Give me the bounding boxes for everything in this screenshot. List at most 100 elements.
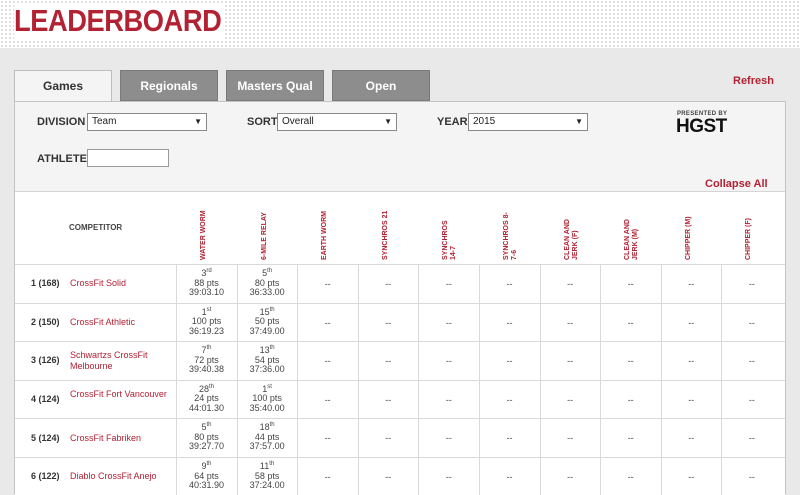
score-cell: -- [357, 303, 418, 343]
tab-regionals[interactable]: Regionals [120, 70, 218, 101]
score-cell: 15th 50 pts 37:49.00 [236, 303, 297, 343]
event-header[interactable]: 6-MILE RELAY [261, 210, 275, 260]
event-header[interactable]: SYNCHROS 14-7 [442, 210, 457, 260]
score-cell: -- [721, 303, 781, 343]
score-cell: 28th 24 pts 44:01.30 [176, 380, 236, 420]
score-cell: -- [418, 380, 478, 420]
placement-suffix: rd [206, 268, 212, 274]
rank-score: 3 (126) [31, 355, 60, 366]
placement-suffix: th [267, 268, 273, 274]
tab-games[interactable]: Games [14, 70, 112, 102]
event-header[interactable]: SYNCHROS 21 [382, 210, 396, 260]
time: 37:57.00 [249, 441, 285, 452]
time: 35:40.00 [249, 402, 285, 413]
leaderboard-table: COMPETITOR WATER WORM 6-MILE RELAY EARTH W… [15, 191, 785, 495]
event-header[interactable]: CHIPPER (F) [745, 210, 759, 260]
rank-score: 1 (168) [31, 278, 60, 289]
score-cell: -- [660, 342, 721, 381]
time: 36:33.00 [249, 287, 285, 297]
score-cell: -- [600, 265, 660, 304]
table-row[interactable]: 3 (126) Schwartzs CrossFit Melbourne 7th 72… [15, 341, 785, 381]
score-cell: -- [721, 458, 781, 495]
score-cell: 13th 54 pts 37:36.00 [236, 342, 297, 381]
score-cell: 11th 58 pts 37:24.00 [236, 458, 297, 495]
sort-select[interactable]: Overall ▼ [277, 113, 397, 131]
score-cell: -- [721, 419, 781, 458]
competitor-name-link[interactable]: CrossFit Fort Vancouver [70, 389, 170, 400]
competitor-name-link[interactable]: Schwartzs CrossFit Melbourne [70, 350, 170, 372]
score-cell: -- [479, 380, 539, 420]
tab-masters-qual[interactable]: Masters Qual [226, 70, 324, 101]
leaderboard-panel: DIVISION Team ▼ SORT Overall ▼ YEAR 2015… [14, 101, 786, 495]
year-select[interactable]: 2015 ▼ [468, 113, 588, 131]
score-cell: -- [600, 380, 660, 420]
placement-suffix: th [209, 383, 215, 390]
score-cell: 5th 80 pts 36:33.00 [236, 265, 297, 304]
score-cell: -- [660, 419, 721, 458]
event-header[interactable]: SYNCHROS 8-7-6 [503, 210, 518, 260]
event-header[interactable]: CLEAN AND JERK (M) [624, 210, 639, 260]
division-select[interactable]: Team ▼ [87, 113, 207, 131]
collapse-all-link[interactable]: Collapse All [705, 178, 768, 190]
time: 39:03.10 [188, 287, 225, 297]
tab-open[interactable]: Open [332, 70, 430, 101]
event-header[interactable]: CHIPPER (M) [685, 210, 699, 260]
score-cell: 9th 64 pts 40:31.90 [176, 458, 236, 495]
event-header[interactable]: CLEAN AND JERK (F) [564, 210, 579, 260]
rank-score: 2 (150) [31, 316, 60, 327]
score-cell: -- [357, 458, 418, 495]
score-cell: -- [418, 303, 478, 343]
score-cell: -- [539, 342, 600, 381]
rank-score: 5 (124) [31, 432, 60, 443]
sponsor-logo: HGST [676, 116, 727, 137]
score-cell: -- [418, 419, 478, 458]
score-cell: -- [721, 342, 781, 381]
table-row[interactable]: 5 (124) CrossFit Fabriken 5th 80 pts 39:27.7… [15, 418, 785, 458]
score-cell: 7th 72 pts 39:40.38 [176, 342, 236, 381]
score-cell: -- [721, 380, 781, 420]
score-cell: -- [600, 458, 660, 495]
event-header[interactable]: EARTH WORM [321, 210, 335, 260]
division-label: DIVISION [37, 116, 86, 128]
placement-suffix: th [269, 461, 275, 467]
time: 40:31.90 [188, 480, 225, 490]
score-cell: -- [660, 265, 721, 304]
score-cell: -- [539, 419, 600, 458]
score-cell: -- [539, 303, 600, 343]
score-cell: 1st 100 pts 36:19.23 [176, 303, 236, 343]
time: 36:19.23 [188, 325, 225, 336]
score-cell: -- [357, 380, 418, 420]
score-cell: -- [479, 458, 539, 495]
time: 44:01.30 [188, 402, 225, 413]
score-cell: -- [357, 342, 418, 381]
competitor-name-link[interactable]: CrossFit Solid [70, 278, 170, 289]
refresh-link[interactable]: Refresh [733, 75, 774, 87]
score-cell: -- [539, 265, 600, 304]
competitor-name-link[interactable]: CrossFit Fabriken [70, 433, 170, 444]
competitor-name-link[interactable]: CrossFit Athletic [70, 317, 170, 328]
dropdown-arrow-icon: ▼ [384, 117, 392, 126]
score-cell: 1st 100 pts 35:40.00 [236, 380, 297, 420]
event-header[interactable]: WATER WORM [200, 210, 214, 260]
score-cell: -- [539, 380, 600, 420]
time: 39:40.38 [188, 364, 225, 375]
placement-suffix: th [206, 461, 212, 467]
top-bar: LEADERBOARD [0, 0, 800, 48]
score-cell: 18th 44 pts 37:57.00 [236, 419, 297, 458]
year-label: YEAR [437, 116, 468, 128]
competitor-name-link[interactable]: Diablo CrossFit Anejo [70, 471, 170, 482]
competitor-header: COMPETITOR [69, 223, 123, 232]
score-cell: -- [357, 419, 418, 458]
athlete-input[interactable] [87, 149, 169, 167]
score-cell: -- [539, 458, 600, 495]
table-row[interactable]: 6 (122) Diablo CrossFit Anejo 9th 64 pts 40:… [15, 457, 785, 495]
score-cell: -- [418, 342, 478, 381]
dropdown-arrow-icon: ▼ [194, 117, 202, 126]
rank-score: 4 (124) [31, 394, 60, 405]
table-row[interactable]: 4 (124) CrossFit Fort Vancouver 28th 24 pts… [15, 379, 785, 420]
table-row[interactable]: 1 (168) CrossFit Solid 3rd 88 pts 39:03.10 5t… [15, 264, 785, 304]
score-cell: -- [721, 265, 781, 304]
score-cell: -- [357, 265, 418, 304]
leaderboard-logo: LEADERBOARD [14, 3, 225, 39]
table-row[interactable]: 2 (150) CrossFit Athletic 1st 100 pts 36:19.… [15, 302, 785, 343]
